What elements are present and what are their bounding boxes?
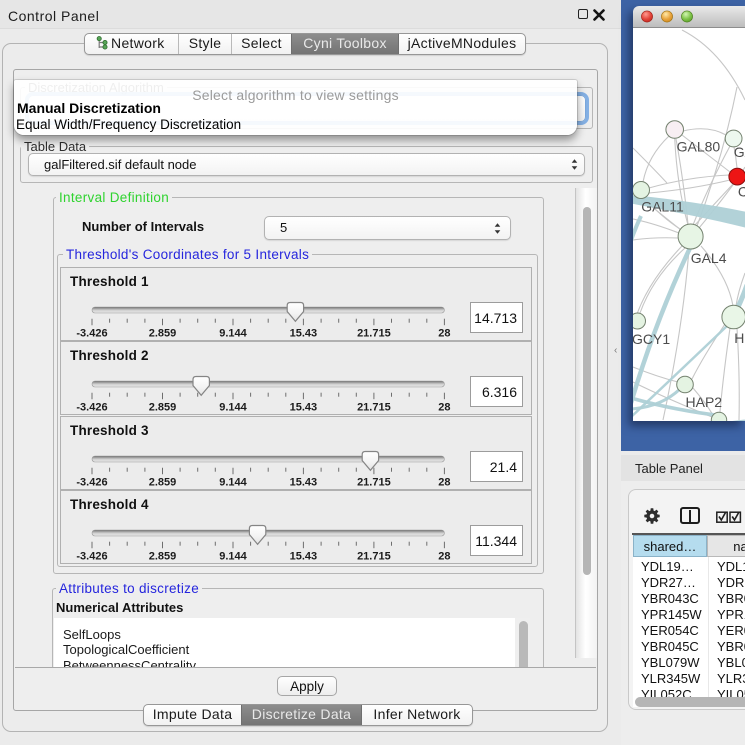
svg-text:2.859: 2.859 — [149, 476, 177, 488]
svg-text:GAL11: GAL11 — [641, 199, 684, 215]
svg-text:GAL80: GAL80 — [677, 139, 721, 155]
svg-text:-3.426: -3.426 — [76, 476, 107, 488]
svg-text:CD: CD — [738, 184, 745, 200]
svg-text:28: 28 — [438, 402, 450, 414]
svg-text:9.144: 9.144 — [219, 327, 247, 339]
svg-text:15.43: 15.43 — [290, 327, 318, 339]
svg-text:9.144: 9.144 — [219, 551, 247, 563]
svg-text:21.715: 21.715 — [357, 476, 391, 488]
svg-text:21.715: 21.715 — [357, 551, 391, 563]
svg-text:-3.426: -3.426 — [76, 402, 107, 414]
svg-text:H: H — [734, 330, 744, 346]
svg-text:GAL4: GAL4 — [691, 250, 727, 266]
svg-text:-3.426: -3.426 — [76, 327, 107, 339]
svg-text:21.715: 21.715 — [357, 402, 391, 414]
svg-text:15.43: 15.43 — [290, 402, 318, 414]
svg-text:HAP2: HAP2 — [686, 394, 723, 410]
svg-text:28: 28 — [438, 327, 450, 339]
svg-text:28: 28 — [438, 551, 450, 563]
svg-text:15.43: 15.43 — [290, 476, 318, 488]
svg-text:GAL: GAL — [734, 144, 745, 160]
svg-text:28: 28 — [438, 476, 450, 488]
svg-text:GCY1: GCY1 — [633, 331, 670, 347]
svg-text:9.144: 9.144 — [219, 476, 247, 488]
svg-text:21.715: 21.715 — [357, 327, 391, 339]
svg-text:9.144: 9.144 — [219, 402, 247, 414]
svg-text:-3.426: -3.426 — [76, 551, 107, 563]
svg-text:2.859: 2.859 — [149, 327, 177, 339]
svg-text:15.43: 15.43 — [290, 551, 318, 563]
svg-text:2.859: 2.859 — [149, 402, 177, 414]
svg-text:2.859: 2.859 — [149, 551, 177, 563]
